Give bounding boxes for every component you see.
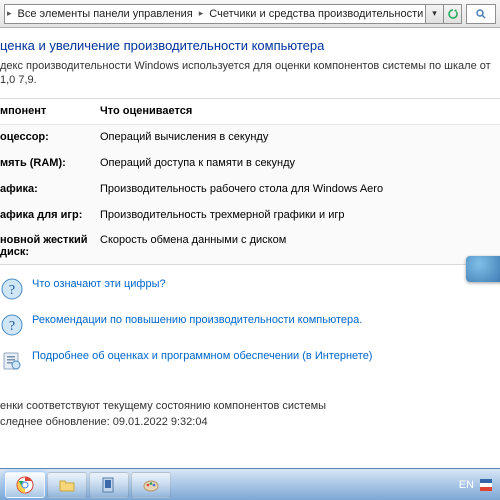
table-row: афика для игр: Производительность трехме… xyxy=(0,203,500,229)
breadcrumb-seg-control-panel[interactable]: Все элементы панели управления xyxy=(14,8,197,20)
page-subtitle: декс производительности Windows использу… xyxy=(0,59,500,98)
help-icon: ? xyxy=(0,277,24,301)
table-header: мпонент Что оценивается xyxy=(0,99,500,126)
row-label: новной жесткий диск: xyxy=(0,234,100,258)
dropdown-button[interactable]: ▾ xyxy=(426,4,444,24)
table-row: мять (RAM): Операций доступа к памяти в … xyxy=(0,151,500,177)
row-value: Операций вычисления в секунду xyxy=(100,131,500,145)
svg-text:?: ? xyxy=(9,283,15,298)
row-label: афика для игр: xyxy=(0,209,100,223)
table-row: новной жесткий диск: Скорость обмена дан… xyxy=(0,228,500,264)
taskbar-app2[interactable] xyxy=(131,472,171,498)
system-tray[interactable]: EN xyxy=(459,479,496,491)
row-value: Скорость обмена данными с диском xyxy=(100,234,500,258)
link-row: Подробнее об оценках и программном обесп… xyxy=(0,345,500,381)
row-label: афика: xyxy=(0,183,100,197)
search-icon xyxy=(475,8,487,20)
row-value: Производительность рабочего стола для Wi… xyxy=(100,183,500,197)
table-row: афика: Производительность рабочего стола… xyxy=(0,177,500,203)
refresh-button[interactable] xyxy=(444,4,462,24)
flag-icon[interactable] xyxy=(480,479,492,491)
taskbar-explorer[interactable] xyxy=(47,472,87,498)
link-what-numbers[interactable]: Что означают эти цифры? xyxy=(32,277,166,291)
folder-icon xyxy=(58,476,76,494)
header-component: мпонент xyxy=(0,105,100,119)
row-label: оцессор: xyxy=(0,131,100,145)
score-badge xyxy=(466,256,500,282)
status-update-time: следнее обновление: 09.01.2022 9:32:04 xyxy=(0,415,500,430)
status-line: енки соответствуют текущему состоянию ко… xyxy=(0,399,500,414)
breadcrumb[interactable]: ▸ Все элементы панели управления ▸ Счетч… xyxy=(4,4,426,24)
header-description: Что оценивается xyxy=(100,105,500,119)
row-label: мять (RAM): xyxy=(0,157,100,171)
help-links: ? Что означают эти цифры? ? Рекомендации… xyxy=(0,265,500,389)
chevron-right-icon: ▸ xyxy=(197,8,206,19)
taskbar-chrome[interactable] xyxy=(5,472,45,498)
row-value: Операций доступа к памяти в секунду xyxy=(100,157,500,171)
components-table: мпонент Что оценивается оцессор: Операци… xyxy=(0,98,500,266)
breadcrumb-seg-performance[interactable]: Счетчики и средства производительности xyxy=(205,8,426,20)
svg-text:?: ? xyxy=(9,319,15,334)
document-icon xyxy=(0,349,24,373)
taskbar-app1[interactable] xyxy=(89,472,129,498)
row-value: Производительность трехмерной графики и … xyxy=(100,209,500,223)
link-recommendations[interactable]: Рекомендации по повышению производительн… xyxy=(32,313,362,327)
help-icon: ? xyxy=(0,313,24,337)
language-indicator[interactable]: EN xyxy=(459,479,474,491)
address-bar: ▸ Все элементы панели управления ▸ Счетч… xyxy=(0,0,500,28)
chevron-right-icon: ▸ xyxy=(5,8,14,19)
palette-icon xyxy=(142,476,160,494)
taskbar: EN xyxy=(0,468,500,500)
link-details-online[interactable]: Подробнее об оценках и программном обесп… xyxy=(32,349,372,363)
app-icon xyxy=(100,476,118,494)
link-row: ? Рекомендации по повышению производител… xyxy=(0,309,500,345)
status-text: енки соответствуют текущему состоянию ко… xyxy=(0,389,500,440)
main-content: ценка и увеличение производительности ко… xyxy=(0,28,500,440)
page-title: ценка и увеличение производительности ко… xyxy=(0,34,500,59)
search-box[interactable] xyxy=(466,4,496,24)
link-row: ? Что означают эти цифры? xyxy=(0,273,500,309)
table-row: оцессор: Операций вычисления в секунду xyxy=(0,125,500,151)
chrome-icon xyxy=(16,476,34,494)
